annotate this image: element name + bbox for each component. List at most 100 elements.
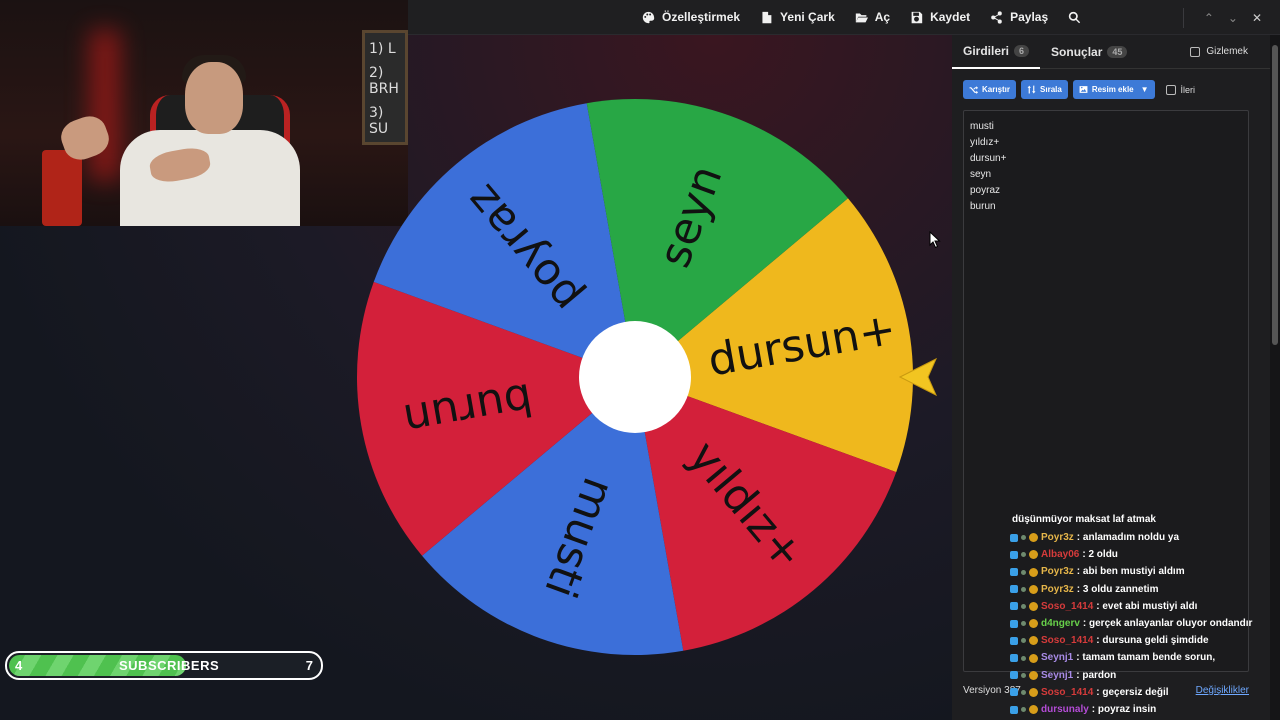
chat-username[interactable]: d4ngerv [1041, 615, 1080, 632]
share-icon [991, 10, 1002, 24]
shuffle-label: Karıştır [982, 85, 1011, 94]
scrollbar-thumb[interactable] [1272, 45, 1278, 345]
chat-message-continuation: düşünmüyor maksat laf atmak [1012, 514, 1156, 525]
advanced-label: İleri [1180, 84, 1196, 95]
search-icon [1068, 11, 1081, 23]
chat-message: Poyr3z: 3 oldu zannetim [1010, 581, 1280, 598]
search-button[interactable] [1058, 0, 1091, 35]
chat-message: d4ngerv: gerçek anlayanlar oluyor ondand… [1010, 615, 1280, 632]
chat-username[interactable]: Seynj1 [1041, 667, 1073, 684]
chat-text: : 2 oldu [1082, 549, 1118, 561]
hide-toggle[interactable]: Gizlemek [1190, 46, 1248, 57]
save-icon [911, 11, 923, 23]
chat-message: Seynj1: tamam tamam bende sorun, [1010, 649, 1280, 666]
chat-message: dursunaly: poyraz insin [1010, 701, 1280, 718]
led-light [90, 30, 120, 180]
chat-message: Soso_1414: geçersiz değil [1010, 684, 1280, 701]
chat-username[interactable]: Seynj1 [1041, 649, 1073, 666]
board-line: 2) BRH [369, 65, 399, 97]
folder-open-icon [855, 12, 868, 22]
entry-line: burun [970, 201, 996, 212]
dot-badge-icon [1021, 586, 1026, 592]
add-image-button[interactable]: Resim ekle ▼ [1072, 80, 1155, 99]
badge-icon [1010, 636, 1018, 645]
shuffle-button[interactable]: Karıştır [963, 80, 1017, 99]
chat-message: Seynj1: pardon [1010, 667, 1280, 684]
sub-badge-icon [1029, 670, 1038, 680]
advanced-checkbox[interactable] [1165, 84, 1176, 95]
tab-entries-count: 6 [1014, 44, 1030, 57]
chevron-down-icon: ▼ [1140, 85, 1149, 94]
customize-label: Özelleştirmek [662, 10, 741, 24]
board-line: 1) L [369, 41, 396, 57]
share-label: Paylaş [1010, 10, 1049, 24]
sub-badge-icon [1029, 567, 1038, 577]
save-label: Kaydet [930, 10, 971, 24]
open-label: Aç [874, 10, 891, 24]
entry-line: yıldız+ [970, 137, 1000, 148]
dot-badge-icon [1021, 638, 1026, 644]
spin-wheel[interactable]: dursun+ yıldız+ musti burun poyraz seyn [355, 97, 915, 657]
sub-badge-icon [1029, 584, 1038, 594]
chat-username[interactable]: Soso_1414 [1041, 598, 1093, 615]
chat-text: : abi ben mustiyi aldım [1076, 566, 1185, 578]
dot-badge-icon [1021, 655, 1026, 661]
chat-message: Soso_1414: dursuna geldi şimdide [1010, 632, 1280, 649]
tab-results-label: Sonuçlar [1051, 44, 1103, 59]
chat-text: : anlamadım noldu ya [1076, 532, 1180, 543]
sub-badge-icon [1029, 550, 1038, 560]
chat-text: : tamam tamam bende sorun, [1076, 652, 1216, 664]
chat-message: Albay06: 2 oldu [1010, 546, 1280, 563]
subscriber-goal-bar: 4 SUBSCRIBERS 7 [5, 651, 323, 680]
wheel-center-hub[interactable] [579, 321, 691, 433]
chat-username[interactable]: dursunaly [1041, 701, 1089, 718]
sort-label: Sırala [1040, 85, 1062, 94]
chat-username[interactable]: Poyr3z [1041, 581, 1074, 598]
chat-username[interactable]: Albay06 [1041, 546, 1079, 563]
mouse-cursor-icon [929, 231, 941, 249]
chat-username[interactable]: Soso_1414 [1041, 684, 1093, 701]
advanced-toggle[interactable]: İleri [1165, 84, 1196, 95]
tab-entries[interactable]: Girdileri 6 [952, 35, 1041, 69]
chat-overlay: düşünmüyor maksat laf atmak Poyr3z: anla… [1010, 513, 1280, 718]
chat-text: : geçersiz değil [1096, 686, 1169, 698]
chat-text: : evet abi mustiyi aldı [1096, 600, 1198, 612]
chat-username[interactable]: Poyr3z [1041, 563, 1074, 580]
customize-button[interactable]: Özelleştirmek [632, 0, 750, 35]
sort-button[interactable]: Sırala [1021, 80, 1068, 99]
entry-line: dursun+ [970, 153, 1007, 164]
divider [1183, 8, 1184, 28]
streamer-body [120, 130, 300, 226]
sub-badge-icon [1029, 619, 1038, 629]
webcam-overlay: 1) L 2) BRH 3) SU [0, 0, 408, 226]
new-wheel-button[interactable]: Yeni Çark [750, 0, 845, 35]
badge-icon [1010, 671, 1018, 680]
chat-text: : 3 oldu zannetim [1076, 583, 1159, 595]
sort-icon [1027, 85, 1036, 94]
hide-checkbox[interactable] [1190, 46, 1201, 57]
chat-text: : pardon [1076, 669, 1117, 681]
tab-results[interactable]: Sonuçlar 45 [1040, 35, 1138, 69]
shuffle-icon [969, 86, 978, 94]
panel-tabs: Girdileri 6 Sonuçlar 45 Gizlemek [952, 35, 1270, 69]
dot-badge-icon [1021, 569, 1026, 575]
close-icon[interactable]: ✕ [1252, 11, 1262, 25]
wheel-pointer-icon [898, 357, 938, 397]
entry-line: seyn [970, 169, 992, 180]
chat-text: : poyraz insin [1091, 704, 1157, 716]
open-button[interactable]: Aç [845, 0, 900, 35]
save-button[interactable]: Kaydet [900, 0, 980, 35]
chevron-up-icon[interactable]: ⌃ [1204, 11, 1214, 25]
image-icon [1079, 86, 1088, 93]
chat-username[interactable]: Poyr3z [1041, 529, 1074, 546]
chat-message: Poyr3z: abi ben mustiyi aldım [1010, 563, 1280, 580]
chevron-down-icon[interactable]: ⌄ [1228, 11, 1238, 25]
tab-results-count: 45 [1107, 45, 1128, 58]
wheel-svg[interactable]: dursun+yıldız+mustiburunpoyraz seyn [355, 97, 915, 657]
chat-username[interactable]: Soso_1414 [1041, 632, 1093, 649]
badge-icon [1010, 533, 1018, 542]
badge-icon [1010, 705, 1018, 714]
sub-badge-icon [1029, 636, 1038, 646]
share-button[interactable]: Paylaş [980, 0, 1058, 35]
badge-icon [1010, 654, 1018, 663]
